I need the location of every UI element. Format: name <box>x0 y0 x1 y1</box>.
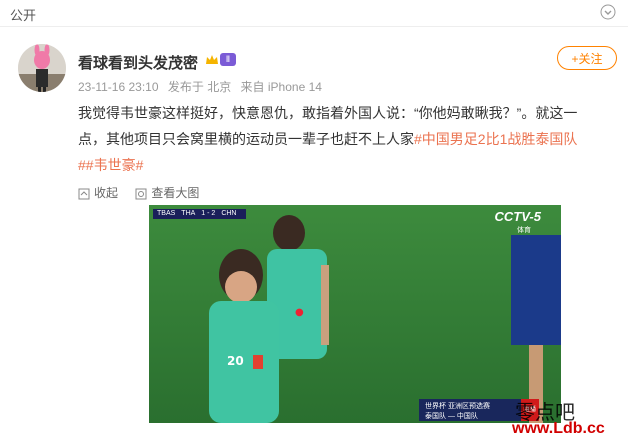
jersey-number: 20 <box>227 354 244 368</box>
post-location: 发布于 北京 <box>167 80 232 94</box>
score-strip-label: TBAS <box>157 210 176 217</box>
hashtag-link[interactable]: # <box>78 157 86 173</box>
caption-line1: 世界杯 亚洲区预选赛 <box>425 403 490 410</box>
avatar-image <box>18 44 66 92</box>
post-source: 来自 iPhone 14 <box>240 80 322 94</box>
avatar[interactable] <box>18 44 66 92</box>
post-content: 我觉得韦世豪这样挺好，快意恩仇，敢指着外国人说：“你他妈敢瞅我？”。就这一 点，… <box>78 100 618 178</box>
svg-text:●: ● <box>295 307 304 318</box>
team1-code: THA <box>181 210 196 217</box>
visibility-bar: 公开 <box>0 0 628 27</box>
broadcaster-sub: 体育 <box>517 227 531 234</box>
visibility-label: 公开 <box>10 8 37 23</box>
post-image[interactable]: ● 20 TBAS THA 1 - 2 CHN CCTV-5 体育 世界杯 亚洲区预选… <box>149 205 561 423</box>
chevron-down-icon[interactable] <box>600 4 616 20</box>
score-strip: TBAS THA 1 - 2 CHN <box>153 209 247 219</box>
level-badge: Ⅱ <box>220 53 236 66</box>
media-actions: 收起 查看大图 <box>78 184 213 201</box>
collapse-button[interactable]: 收起 <box>78 184 118 201</box>
team2-code: CHN <box>221 210 237 217</box>
follow-button[interactable]: +关注 <box>557 46 617 70</box>
score: 1 - 2 <box>201 210 216 217</box>
zoom-icon <box>135 188 147 200</box>
post-text-line1: 我觉得韦世豪这样挺好，快意恩仇，敢指着外国人说：“你他妈敢瞅我？”。就这一 <box>78 105 578 121</box>
post-meta: 23-11-16 23:10 发布于 北京 来自 iPhone 14 <box>78 78 328 95</box>
match-photo: ● 20 <box>149 205 561 423</box>
post-time[interactable]: 23-11-16 23:10 <box>78 80 159 94</box>
hashtag-link[interactable]: #韦世豪# <box>86 157 144 173</box>
crown-icon <box>206 55 218 64</box>
collapse-label: 收起 <box>94 186 119 200</box>
view-large-button[interactable]: 查看大图 <box>135 184 199 201</box>
author-name[interactable]: 看球看到头发茂密 <box>78 52 198 73</box>
view-large-label: 查看大图 <box>151 186 200 200</box>
watermark-site: www.Ldb.cc <box>512 420 605 437</box>
broadcaster-logo: CCTV-5 <box>494 209 541 224</box>
hashtag-link[interactable]: #中国男足2比1战胜泰国队 <box>414 131 577 147</box>
collapse-icon <box>78 188 90 200</box>
post-text-line2: 点，其他项目只会窝里横的运动员一辈子也赶不上人家 <box>78 131 414 147</box>
caption-line2: 泰国队 — 中国队 <box>425 413 478 420</box>
